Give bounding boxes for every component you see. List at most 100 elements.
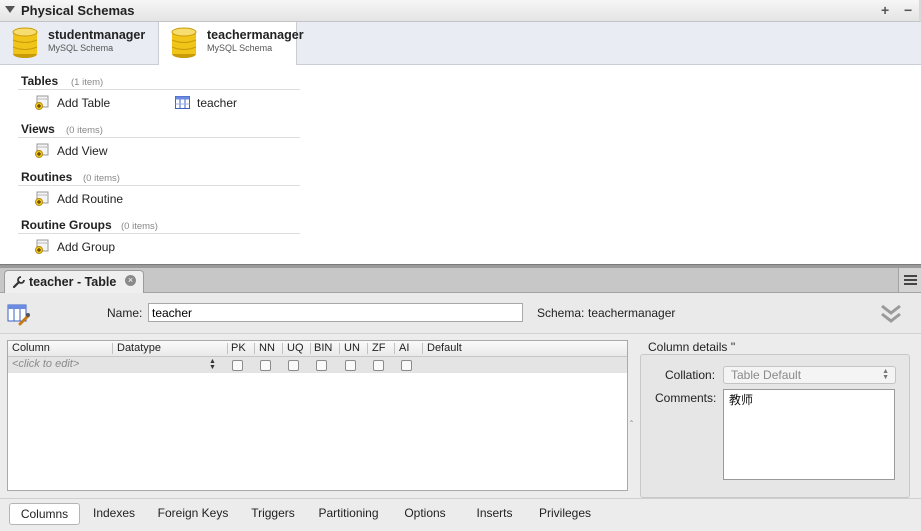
schema-label: Schema: (537, 306, 585, 320)
schema-type: MySQL Schema (207, 43, 273, 53)
collation-select[interactable]: Table Default ▲ ▼ (723, 366, 896, 384)
uq-checkbox[interactable] (288, 360, 299, 371)
close-tab-button[interactable]: × (125, 275, 136, 286)
table-icon (175, 96, 190, 109)
header-separator (394, 343, 395, 354)
click-to-edit-cell[interactable]: <click to edit> (12, 358, 79, 370)
routine-groups-count: (0 items) (121, 221, 158, 232)
collation-value: Table Default (731, 368, 802, 382)
column-details-title: Column details '' (648, 340, 736, 354)
schema-name: studentmanager (48, 28, 146, 42)
views-section-title: Views (21, 122, 55, 136)
header-pk[interactable]: PK (231, 342, 246, 354)
table-name-row: Name: Schema: teachermanager (0, 293, 921, 334)
pk-checkbox[interactable] (232, 360, 243, 371)
header-separator (339, 343, 340, 354)
header-separator (254, 343, 255, 354)
tables-section-title: Tables (21, 74, 59, 88)
collapse-chevron-icon[interactable] (880, 302, 902, 324)
columns-grid-header: Column Datatype PK NN UQ BIN UN ZF AI De… (8, 341, 627, 357)
editor-tab-teacher-table[interactable]: teacher - Table × (4, 270, 144, 294)
ai-checkbox[interactable] (401, 360, 412, 371)
header-nn[interactable]: NN (259, 342, 275, 354)
table-row[interactable]: <click to edit> ▲ ▼ (8, 357, 627, 373)
tab-label: Privileges (538, 506, 592, 520)
schema-tab-studentmanager[interactable]: studentmanager MySQL Schema (0, 22, 158, 64)
header-separator (112, 343, 113, 354)
tab-columns[interactable]: Columns (9, 503, 80, 525)
add-schema-button[interactable]: + (881, 2, 889, 18)
name-label: Name: (107, 306, 143, 320)
add-table-label: Add Table (57, 96, 111, 110)
columns-grid[interactable]: Column Datatype PK NN UQ BIN UN ZF AI De… (7, 340, 628, 491)
tab-triggers[interactable]: Triggers (242, 503, 304, 523)
add-group-icon (35, 239, 49, 254)
tab-inserts[interactable]: Inserts (466, 503, 523, 523)
table-item-teacher[interactable]: teacher (175, 95, 255, 111)
physical-schemas-pane: Physical Schemas + − studentmanager MySQ… (0, 0, 921, 264)
editor-tab-bar: teacher - Table × (0, 268, 921, 294)
wrench-icon (12, 276, 25, 289)
add-group-label: Add Group (57, 240, 116, 254)
tab-label: Partitioning (318, 506, 379, 520)
routine-groups-section-title: Routine Groups (21, 218, 112, 232)
schema-tab-teachermanager[interactable]: teachermanager MySQL Schema (158, 22, 304, 65)
tab-label: Foreign Keys (157, 506, 229, 520)
tab-label: Columns (20, 507, 69, 521)
section-divider (18, 89, 300, 90)
header-default[interactable]: Default (427, 342, 462, 354)
table-name-input[interactable] (148, 303, 523, 322)
menu-icon[interactable] (898, 268, 921, 292)
views-count: (0 items) (66, 125, 103, 136)
comments-textarea[interactable]: 教师 (723, 389, 895, 480)
select-arrows-icon: ▲ ▼ (882, 368, 889, 381)
header-datatype[interactable]: Datatype (117, 342, 161, 354)
header-un[interactable]: UN (344, 342, 360, 354)
tab-indexes[interactable]: Indexes (84, 503, 144, 523)
tab-label: Inserts (476, 506, 513, 520)
schema-value: teachermanager (588, 306, 676, 320)
add-view-icon (35, 143, 49, 158)
tab-foreign-keys[interactable]: Foreign Keys (151, 503, 235, 523)
add-group-button[interactable]: Add Group (34, 239, 134, 255)
header-ai[interactable]: AI (399, 342, 409, 354)
zf-checkbox[interactable] (373, 360, 384, 371)
tab-partitioning[interactable]: Partitioning (311, 503, 386, 523)
collapse-triangle-icon[interactable] (5, 6, 15, 13)
add-routine-button[interactable]: Add Routine (34, 191, 134, 207)
add-table-button[interactable]: Add Table (34, 95, 134, 111)
database-icon (171, 27, 197, 58)
tables-count: (1 item) (71, 77, 104, 88)
column-details-panel: Collation: Table Default ▲ ▼ Comments: 教师 (640, 354, 910, 498)
tab-options[interactable]: Options (395, 503, 455, 523)
section-divider (18, 185, 300, 186)
bin-checkbox[interactable] (316, 360, 327, 371)
comments-label: Comments: (655, 391, 717, 405)
section-divider (18, 233, 300, 234)
header-separator (367, 343, 368, 354)
nn-checkbox[interactable] (260, 360, 271, 371)
tab-label: Indexes (92, 506, 136, 520)
split-grip-icon[interactable]: ‸ (630, 412, 633, 423)
physical-schemas-header[interactable]: Physical Schemas + − (0, 0, 921, 22)
routines-count: (0 items) (83, 173, 120, 184)
remove-schema-button[interactable]: − (904, 2, 912, 18)
tab-privileges[interactable]: Privileges (532, 503, 598, 523)
physical-schemas-title: Physical Schemas (21, 3, 135, 18)
routines-section-title: Routines (21, 170, 73, 184)
un-checkbox[interactable] (345, 360, 356, 371)
editor-bottom-tabs: Columns Indexes Foreign Keys Triggers Pa… (0, 498, 921, 531)
header-uq[interactable]: UQ (287, 342, 304, 354)
add-view-label: Add View (57, 144, 108, 158)
add-table-icon (35, 95, 49, 110)
header-separator (310, 343, 311, 354)
datatype-stepper-icon[interactable]: ▲ ▼ (209, 358, 216, 371)
table-editor-icon (7, 304, 30, 326)
header-zf[interactable]: ZF (372, 342, 385, 354)
editor-tab-label: teacher - Table (29, 275, 117, 289)
header-column[interactable]: Column (12, 342, 50, 354)
comments-text: 教师 (729, 393, 754, 407)
header-bin[interactable]: BIN (314, 342, 332, 354)
add-view-button[interactable]: Add View (34, 143, 134, 159)
header-separator (422, 343, 423, 354)
